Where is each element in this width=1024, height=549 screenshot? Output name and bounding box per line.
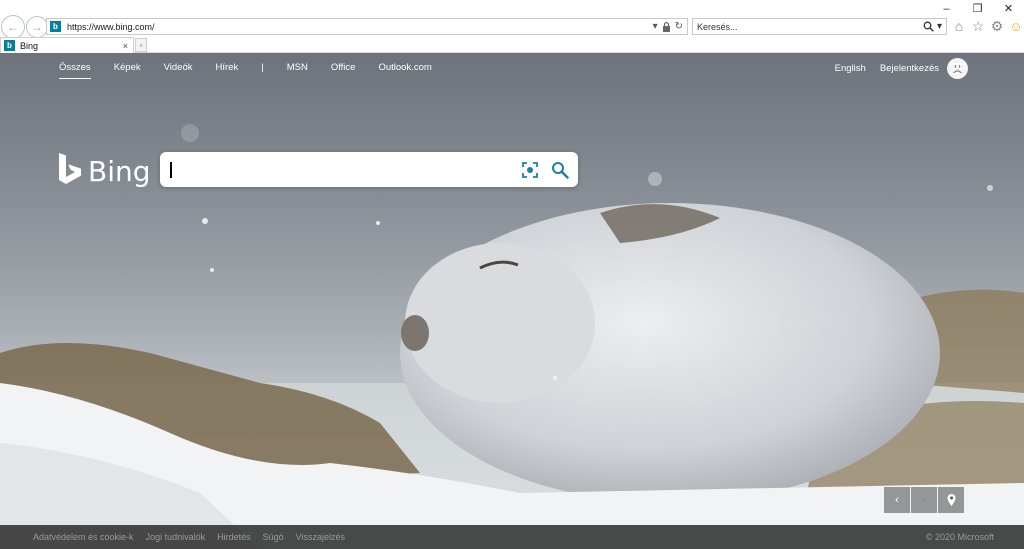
chevron-left-icon[interactable]: ‹	[884, 487, 910, 513]
search-icon[interactable]	[923, 21, 934, 32]
address-url[interactable]: https://www.bing.com/	[67, 22, 653, 32]
dropdown-arrow-icon[interactable]: ▾	[653, 21, 658, 32]
dropdown-arrow-icon[interactable]: ▾	[937, 21, 942, 32]
gear-icon[interactable]: ⚙	[989, 17, 1005, 35]
search-box[interactable]	[160, 152, 578, 187]
browser-search-placeholder[interactable]: Keresés...	[697, 22, 923, 32]
image-carousel-controls: ‹ ›	[884, 487, 964, 513]
text-cursor	[170, 161, 172, 178]
visual-search-icon[interactable]	[521, 161, 539, 179]
new-tab-button[interactable]: ▫	[135, 38, 147, 52]
footer-link-advertise[interactable]: Hirdetés	[217, 532, 251, 542]
refresh-icon[interactable]: ↻	[675, 21, 683, 32]
feedback-smiley-icon[interactable]: ☺	[1008, 17, 1024, 35]
tab-bar: b Bing × ▫	[0, 37, 1024, 53]
hamburger-menu-icon[interactable]	[951, 63, 966, 74]
nav-item-msn[interactable]: MSN	[287, 62, 308, 73]
footer-link-legal[interactable]: Jogi tudnivalók	[146, 532, 206, 542]
forward-button[interactable]: →	[26, 16, 48, 38]
new-tab-icon: ▫	[139, 40, 143, 50]
footer-copyright: © 2020 Microsoft	[925, 532, 994, 542]
maximize-button[interactable]: ❐	[962, 0, 993, 17]
close-tab-icon[interactable]: ×	[123, 41, 128, 51]
window-controls: – ❐ ✕	[931, 0, 1024, 17]
tab-bing[interactable]: b Bing ×	[0, 37, 134, 53]
language-link[interactable]: English	[835, 63, 866, 74]
top-nav: Összes Képek Videók Hírek | MSN Office O…	[59, 62, 455, 79]
back-button[interactable]: ←	[1, 15, 25, 39]
footer: Adatvédelem és cookie-k Jogi tudnivalók …	[0, 525, 1024, 549]
nav-item-images[interactable]: Képek	[114, 62, 141, 73]
footer-link-help[interactable]: Súgó	[263, 532, 284, 542]
arrow-right-icon: →	[31, 20, 43, 34]
lock-icon[interactable]	[662, 21, 671, 32]
nav-item-office[interactable]: Office	[331, 62, 356, 73]
browser-chrome: – ❐ ✕ ← → b https://www.bing.com/ ▾ ↻ Ke…	[0, 0, 1024, 39]
bing-wordmark: Bing	[88, 155, 151, 188]
close-window-button[interactable]: ✕	[993, 0, 1024, 17]
browser-search-box[interactable]: Keresés... ▾	[692, 18, 947, 35]
bing-b-icon	[59, 153, 81, 184]
home-icon[interactable]: ⌂	[951, 17, 967, 35]
search-input[interactable]	[176, 154, 521, 185]
nav-item-videos[interactable]: Videók	[164, 62, 193, 73]
tab-title: Bing	[20, 40, 39, 51]
bing-logo[interactable]: Bing	[58, 153, 151, 186]
footer-link-privacy[interactable]: Adatvédelem és cookie-k	[33, 532, 134, 542]
chevron-right-icon[interactable]: ›	[911, 487, 937, 513]
bing-favicon-icon: b	[50, 21, 61, 32]
arrow-left-icon: ←	[7, 20, 19, 34]
favorites-star-icon[interactable]: ☆	[970, 17, 986, 35]
search-icon[interactable]	[551, 161, 569, 179]
minimize-button[interactable]: –	[931, 0, 962, 17]
location-pin-icon[interactable]	[938, 487, 964, 513]
nav-separator: |	[261, 62, 264, 73]
nav-item-all[interactable]: Összes	[59, 62, 91, 79]
footer-link-feedback[interactable]: Visszajelzés	[296, 532, 345, 542]
nav-item-news[interactable]: Hírek	[216, 62, 239, 73]
background-image	[0, 124, 1024, 549]
address-bar[interactable]: b https://www.bing.com/ ▾ ↻	[46, 18, 688, 35]
signin-link[interactable]: Bejelentkezés	[880, 63, 939, 74]
bing-homepage: Összes Képek Videók Hírek | MSN Office O…	[0, 53, 1024, 549]
nav-item-outlook[interactable]: Outlook.com	[378, 62, 431, 73]
bing-favicon-icon: b	[4, 40, 15, 51]
